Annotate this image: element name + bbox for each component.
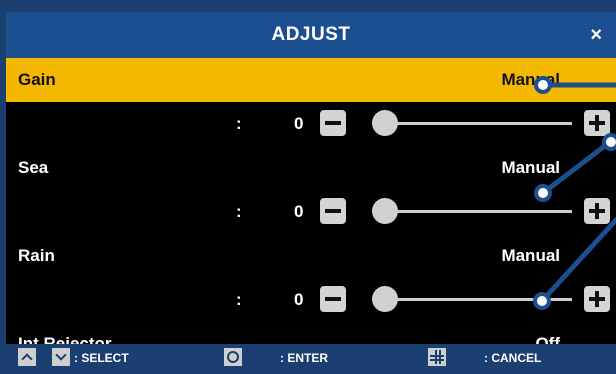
sea-slider-knob[interactable] [372,198,398,224]
rain-colon: : [236,290,242,309]
sea-plus-button[interactable] [584,198,610,224]
sea-mode[interactable]: Manual [501,146,560,190]
rain-slider-track[interactable] [376,298,572,301]
gain-row[interactable]: Gain Manual [6,58,616,102]
cancel-key-icon [428,348,446,366]
key-hint-bar: : SELECT : ENTER : CANCEL [6,344,616,374]
adjust-list: Gain Manual : 0 Sea Manual : 0 Rain Manu… [6,58,616,344]
rain-row[interactable]: Rain Manual [6,234,616,278]
rain-minus-button[interactable] [320,286,346,312]
select-hint: : SELECT [74,351,129,365]
adjust-screen: ADJUST × Gain Manual : 0 Sea Manual : 0 [0,0,616,374]
sea-row[interactable]: Sea Manual [6,146,616,190]
gain-label: Gain [18,70,56,89]
cancel-hint: : CANCEL [484,351,542,365]
arrow-up-key-icon [18,348,36,366]
gain-value: 0 [294,114,304,133]
sea-control: : 0 [6,190,616,234]
dialog-title: ADJUST [271,24,351,45]
rain-control: : 0 [6,278,616,322]
gain-slider-knob[interactable] [372,110,398,136]
enter-key-icon [224,348,242,366]
rain-value: 0 [294,290,304,309]
sea-value: 0 [294,202,304,221]
sea-colon: : [236,202,242,221]
gain-mode[interactable]: Manual [501,58,560,102]
close-icon[interactable]: × [590,12,602,58]
dialog-title-bar: ADJUST × [6,12,616,58]
rain-mode[interactable]: Manual [501,234,560,278]
sea-minus-button[interactable] [320,198,346,224]
gain-minus-button[interactable] [320,110,346,136]
rain-label: Rain [18,246,55,265]
gain-colon: : [236,114,242,133]
sea-slider-track[interactable] [376,210,572,213]
enter-hint: : ENTER [280,351,328,365]
arrow-down-key-icon [52,348,70,366]
sea-label: Sea [18,158,49,177]
gain-plus-button[interactable] [584,110,610,136]
gain-control: : 0 [6,102,616,146]
int-rejector-mode[interactable]: Off [535,322,560,344]
rain-slider-knob[interactable] [372,286,398,312]
gain-slider-track[interactable] [376,122,572,125]
int-rejector-row[interactable]: Int Rejector Off [6,322,616,344]
rain-plus-button[interactable] [584,286,610,312]
int-rejector-label: Int Rejector [18,334,112,344]
